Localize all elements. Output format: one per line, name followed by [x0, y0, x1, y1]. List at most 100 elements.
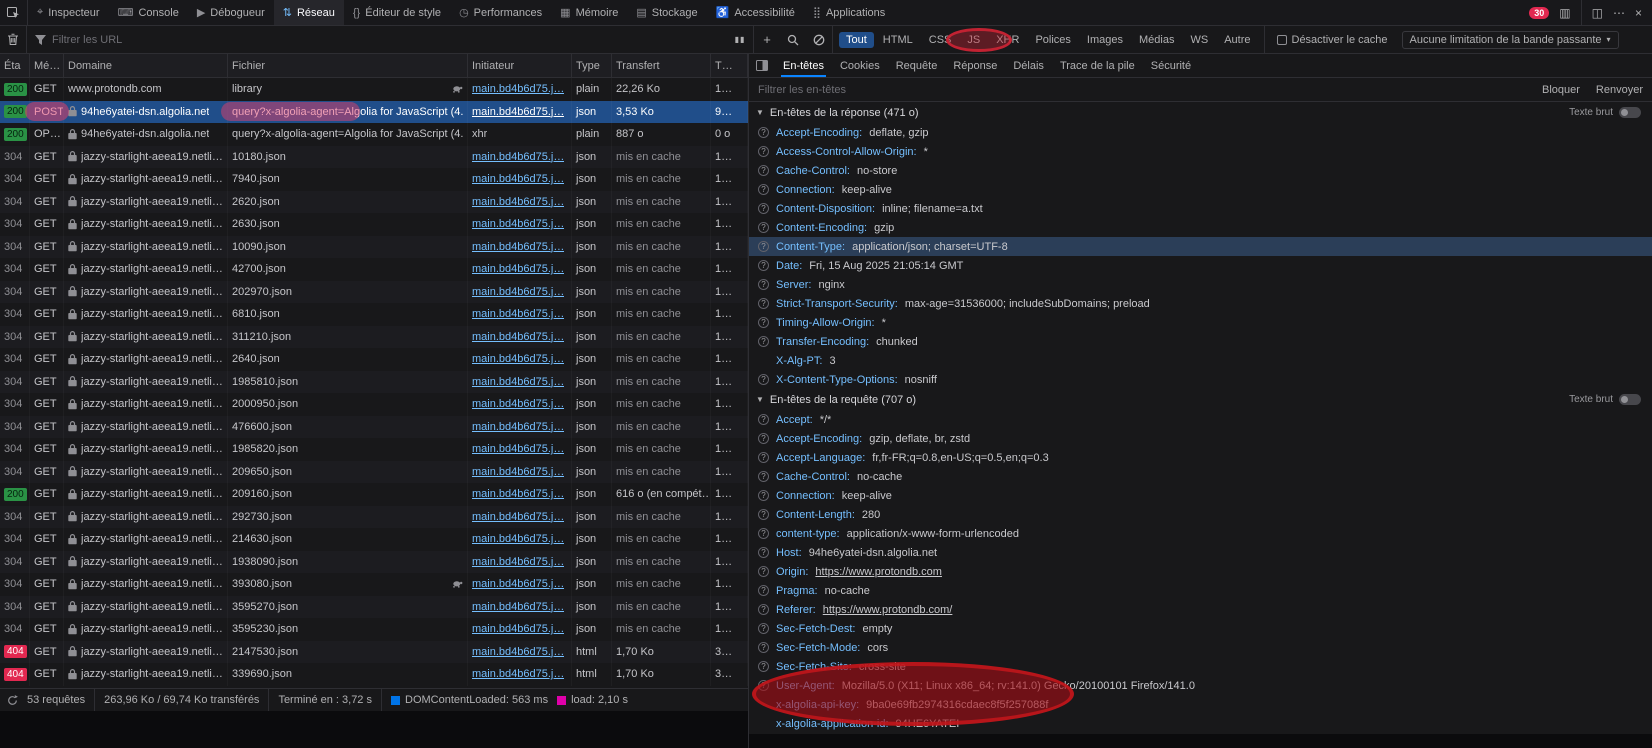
help-icon[interactable]: ? — [758, 509, 769, 520]
help-icon[interactable]: ? — [758, 566, 769, 577]
column-header-me[interactable]: Mé… — [30, 54, 64, 77]
initiator-link[interactable]: main.bd4b6d75.j… — [472, 668, 564, 680]
help-icon[interactable]: ? — [758, 604, 769, 615]
bloquer-button[interactable]: Bloquer — [1542, 84, 1580, 96]
initiator-link[interactable]: main.bd4b6d75.j… — [472, 466, 564, 478]
header-row[interactable]: ?Origin:https://www.protondb.com — [749, 562, 1652, 581]
header-row[interactable]: ?Access-Control-Allow-Origin:* — [749, 142, 1652, 161]
help-icon[interactable]: ? — [758, 317, 769, 328]
column-header-eta[interactable]: Éta — [0, 54, 30, 77]
request-row[interactable]: 304GETjazzy-starlight-aeea19.netli…39308… — [0, 573, 748, 596]
initiator-link[interactable]: main.bd4b6d75.j… — [472, 331, 564, 343]
help-icon[interactable]: ? — [758, 298, 769, 309]
request-row[interactable]: 304GETjazzy-starlight-aeea19.netli…35952… — [0, 618, 748, 641]
toolbox-tab-memoire[interactable]: ▦Mémoire — [551, 0, 627, 25]
header-row[interactable]: ?Sec-Fetch-Site:cross-site — [749, 657, 1652, 676]
request-row[interactable]: 304GETjazzy-starlight-aeea19.netli…19858… — [0, 438, 748, 461]
header-row[interactable]: ?Cache-Control:no-cache — [749, 467, 1652, 486]
clear-requests-button[interactable] — [0, 26, 26, 53]
request-blocking-button[interactable] — [806, 26, 832, 53]
help-icon[interactable]: ? — [758, 374, 769, 385]
header-row[interactable]: ?Content-Type:application/json; charset=… — [749, 237, 1652, 256]
details-tab-en-tetes[interactable]: En-têtes — [775, 54, 832, 77]
column-header-fichier[interactable]: Fichier — [228, 54, 468, 77]
initiator-link[interactable]: main.bd4b6d75.j… — [472, 218, 564, 230]
panel-layout-icon[interactable] — [749, 54, 775, 77]
header-row[interactable]: ?Strict-Transport-Security:max-age=31536… — [749, 294, 1652, 313]
help-icon[interactable]: ? — [758, 433, 769, 444]
header-row[interactable]: ?Transfer-Encoding:chunked — [749, 332, 1652, 351]
initiator-link[interactable]: main.bd4b6d75.j… — [472, 286, 564, 298]
help-icon[interactable]: ? — [758, 165, 769, 176]
help-icon[interactable]: ? — [758, 452, 769, 463]
help-icon[interactable]: ? — [758, 623, 769, 634]
type-filter-medias[interactable]: Médias — [1132, 32, 1181, 48]
header-row[interactable]: ?Sec-Fetch-Dest:empty — [749, 619, 1652, 638]
header-row[interactable]: ?Content-Length:280 — [749, 505, 1652, 524]
initiator-link[interactable]: main.bd4b6d75.j… — [472, 623, 564, 635]
disable-cache[interactable]: Désactiver le cache — [1277, 34, 1388, 46]
column-header-t[interactable]: T… — [711, 54, 748, 77]
help-icon[interactable]: ? — [758, 490, 769, 501]
request-row[interactable]: 304GETjazzy-starlight-aeea19.netli…19380… — [0, 551, 748, 574]
initiator-link[interactable]: main.bd4b6d75.j… — [472, 241, 564, 253]
type-filter-images[interactable]: Images — [1080, 32, 1130, 48]
request-headers-section-header[interactable]: ▼En-têtes de la requête (707 o)Texte bru… — [749, 389, 1652, 410]
header-row[interactable]: ?Pragma:no-cache — [749, 581, 1652, 600]
request-row[interactable]: 200GETjazzy-starlight-aeea19.netli…20916… — [0, 483, 748, 506]
initiator-link[interactable]: main.bd4b6d75.j… — [472, 173, 564, 185]
twisty-icon[interactable]: ▼ — [756, 108, 764, 117]
request-row[interactable]: 304GETjazzy-starlight-aeea19.netli…10180… — [0, 146, 748, 169]
header-row[interactable]: ?Cache-Control:no-store — [749, 161, 1652, 180]
menu-icon[interactable]: ⋯ — [1613, 7, 1625, 19]
initiator-link[interactable]: main.bd4b6d75.j… — [472, 421, 564, 433]
initiator-link[interactable]: main.bd4b6d75.j… — [472, 578, 564, 590]
header-row[interactable]: ?Date:Fri, 15 Aug 2025 21:05:14 GMT — [749, 256, 1652, 275]
toolbox-tab-reseau[interactable]: ⇅Réseau — [274, 0, 344, 25]
header-row[interactable]: ?X-Content-Type-Options:nosniff — [749, 370, 1652, 389]
request-row[interactable]: 304GETjazzy-starlight-aeea19.netli…35952… — [0, 596, 748, 619]
column-header-type[interactable]: Type — [572, 54, 612, 77]
details-tab-cookies[interactable]: Cookies — [832, 54, 888, 77]
header-row[interactable]: ?Connection:keep-alive — [749, 486, 1652, 505]
column-header-initiateur[interactable]: Initiateur — [468, 54, 572, 77]
header-row[interactable]: ?Timing-Allow-Origin:* — [749, 313, 1652, 332]
help-icon[interactable]: ? — [758, 241, 769, 252]
type-filter-html[interactable]: HTML — [876, 32, 920, 48]
initiator-link[interactable]: main.bd4b6d75.j… — [472, 533, 564, 545]
details-tab-requete[interactable]: Requête — [888, 54, 946, 77]
header-row[interactable]: ?content-type:application/x-www-form-url… — [749, 524, 1652, 543]
request-row[interactable]: 304GETjazzy-starlight-aeea19.netli…2640.… — [0, 348, 748, 371]
help-icon[interactable]: ? — [758, 203, 769, 214]
toolbox-tab-console[interactable]: ⌨Console — [109, 0, 188, 25]
renvoyer-button[interactable]: Renvoyer — [1596, 84, 1643, 96]
headers-filter-input[interactable] — [758, 84, 1534, 96]
toolbox-tab-applications[interactable]: ⣿Applications — [804, 0, 894, 25]
throttling-select[interactable]: Aucune limitation de la bande passante ▾ — [1402, 31, 1619, 49]
initiator-link[interactable]: main.bd4b6d75.j… — [472, 443, 564, 455]
help-icon[interactable]: ? — [758, 336, 769, 347]
request-row[interactable]: 304GETjazzy-starlight-aeea19.netli…20965… — [0, 461, 748, 484]
details-tab-reponse[interactable]: Réponse — [945, 54, 1005, 77]
header-row[interactable]: ?Content-Encoding:gzip — [749, 218, 1652, 237]
header-row[interactable]: ?Accept-Language:fr,fr-FR;q=0.8,en-US;q=… — [749, 448, 1652, 467]
type-filter-autre[interactable]: Autre — [1217, 32, 1257, 48]
initiator-link[interactable]: main.bd4b6d75.j… — [472, 556, 564, 568]
toolbox-tab-inspecteur[interactable]: ⌖Inspecteur — [28, 0, 109, 25]
help-icon[interactable]: ? — [758, 184, 769, 195]
url-filter-input[interactable] — [52, 34, 692, 46]
request-row[interactable]: 304GETjazzy-starlight-aeea19.netli…20009… — [0, 393, 748, 416]
help-icon[interactable]: ? — [758, 222, 769, 233]
response-headers-section-header[interactable]: ▼En-têtes de la réponse (471 o)Texte bru… — [749, 102, 1652, 123]
request-row[interactable]: 304GETjazzy-starlight-aeea19.netli…6810.… — [0, 303, 748, 326]
request-row[interactable]: 304GETjazzy-starlight-aeea19.netli…31121… — [0, 326, 748, 349]
request-row[interactable]: 200GETwww.protondb.comlibrarymain.bd4b6d… — [0, 78, 748, 101]
help-icon[interactable]: ? — [758, 547, 769, 558]
help-icon[interactable]: ? — [758, 127, 769, 138]
header-row[interactable]: ?x-algolia-application-id:94HE6YATEI — [749, 714, 1652, 733]
request-row[interactable]: 304GETjazzy-starlight-aeea19.netli…42700… — [0, 258, 748, 281]
responsive-design-icon[interactable]: ▥ — [1559, 7, 1570, 19]
help-icon[interactable]: ? — [758, 471, 769, 482]
initiator-link[interactable]: main.bd4b6d75.j… — [472, 196, 564, 208]
header-row[interactable]: ?Accept:*/* — [749, 410, 1652, 429]
